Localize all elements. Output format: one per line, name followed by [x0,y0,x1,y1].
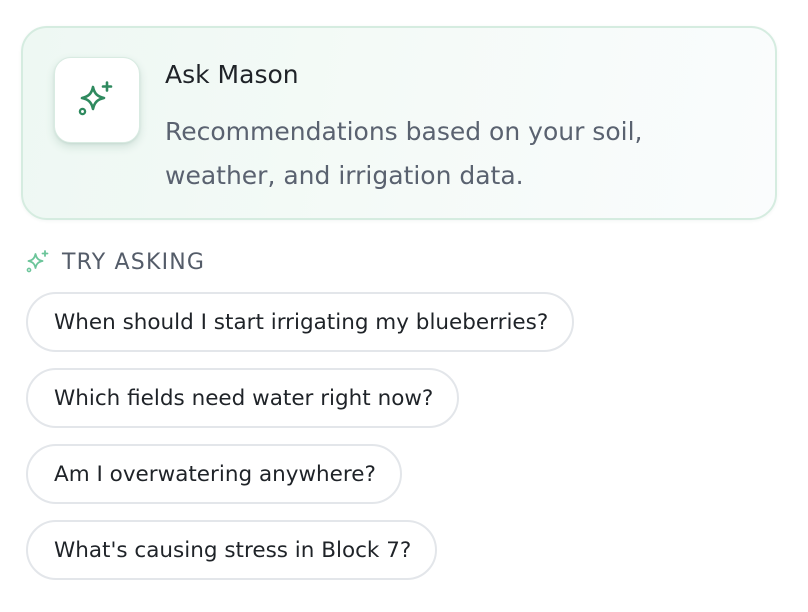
sparkles-icon [78,81,113,116]
card-description: Recommendations based on your soil, weat… [165,117,643,190]
suggestion-chip-start-irrigating[interactable]: When should I start irrigating my bluebe… [26,292,575,352]
suggestion-chip-label: What's causing stress in Block 7? [54,537,412,563]
suggestion-chip-fields-need-water[interactable]: Which fields need water right now? [26,368,460,428]
card-title: Ask Mason [165,60,299,89]
suggestion-chip-label: When should I start irrigating my bluebe… [54,309,549,335]
suggestions-label: TRY ASKING [62,249,206,275]
suggestion-chip-label: Am I overwatering anywhere? [54,461,376,487]
sparkles-icon [25,249,51,275]
assistant-card: Ask Mason Recommendations based on your … [21,26,777,220]
suggestion-list: When should I start irrigating my bluebe… [26,292,575,580]
assistant-avatar [54,57,140,143]
suggestions-header: TRY ASKING [25,246,205,278]
suggestion-chip-label: Which fields need water right now? [54,385,434,411]
suggestion-chip-block-7-stress[interactable]: What's causing stress in Block 7? [26,520,438,580]
suggestion-chip-overwatering[interactable]: Am I overwatering anywhere? [26,444,402,504]
